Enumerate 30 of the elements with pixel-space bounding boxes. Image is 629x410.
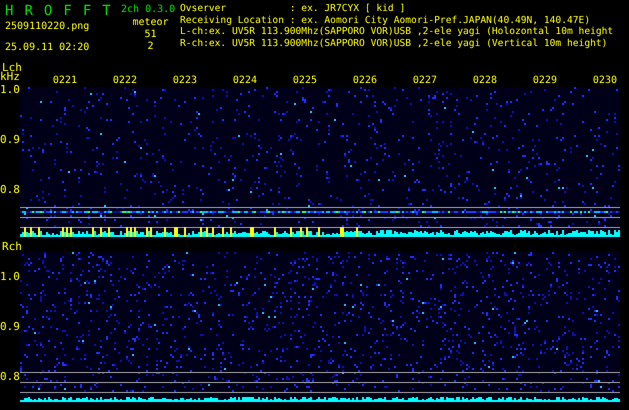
mode-label: meteor — [131, 17, 170, 29]
time-label: 0229 — [532, 75, 557, 87]
meteor-count: 51 — [143, 29, 158, 41]
datetime: 25.09.11 02:20 — [5, 42, 90, 54]
time-label: 0223 — [172, 75, 197, 87]
time-label: 0230 — [592, 75, 617, 87]
time-label: 0222 — [112, 75, 137, 87]
info-line: R-ch:ex. UV5R 113.900Mhz(SAPPORO VOR)USB ,2-ele yagi (Vertical 10m height) — [180, 38, 608, 49]
frequency-tick-label: 0.9 — [0, 134, 20, 148]
time-label: 0225 — [292, 75, 317, 87]
app-title: H R O F F T — [5, 3, 114, 19]
channel-label: Lch — [2, 62, 23, 73]
time-label: 0226 — [352, 75, 377, 87]
meteor-count: 2 — [146, 41, 155, 53]
info-line: Receiving Location : ex. Aomori City Aomori-Pref.JAPAN(40.49N, 140.47E) — [180, 14, 592, 26]
time-label: 0221 — [52, 75, 77, 87]
frequency-tick-label: 0.8 — [0, 371, 20, 385]
frequency-tick-label: 1.0 — [0, 84, 20, 98]
frequency-tick-label: 1.0 — [0, 271, 20, 285]
channel-label: Rch — [1, 241, 23, 252]
info-line: L-ch:ex. UV5R 113.900Mhz(SAPPORO VOR)USB ,2-ele yagi (Holozontal 10m height — [180, 26, 614, 38]
time-label: 0227 — [412, 75, 437, 87]
filename: 2509110220.png — [5, 21, 90, 33]
info-line: Ovserver : ex. JR7CYX [ kid ] — [180, 3, 406, 14]
unit-label: kHz — [0, 71, 20, 82]
frequency-tick-label: 0.8 — [0, 184, 20, 198]
time-label: 0228 — [472, 75, 497, 87]
version: 2ch 0.3.0 — [121, 3, 176, 17]
time-label: 0224 — [232, 75, 257, 87]
frequency-tick-label: 0.9 — [0, 321, 20, 335]
